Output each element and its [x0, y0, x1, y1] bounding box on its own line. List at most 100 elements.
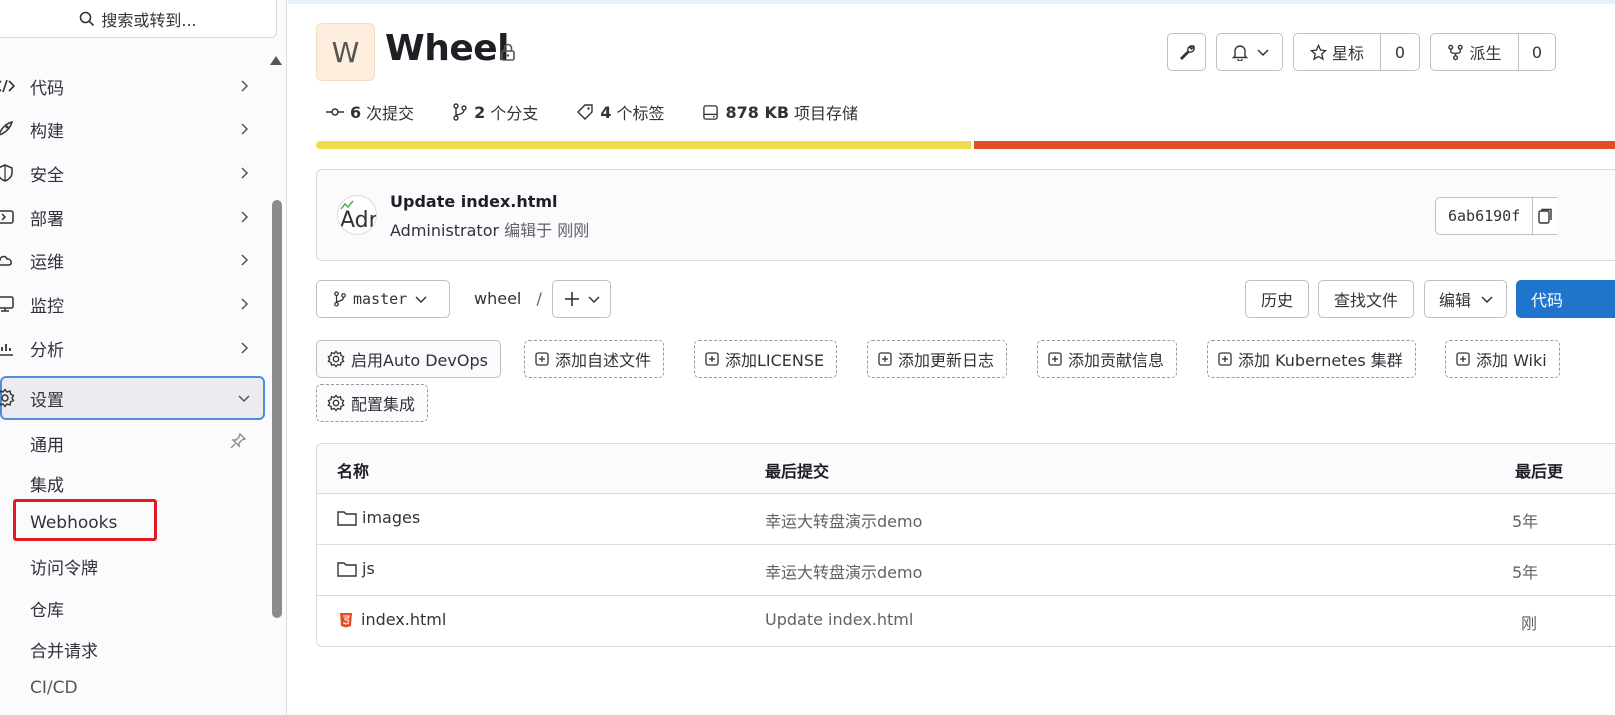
sidebar-item-analyze[interactable]: 分析 — [0, 327, 265, 369]
add-kubernetes-cluster-button[interactable]: 添加 Kubernetes 集群 — [1207, 340, 1416, 378]
path-root-link[interactable]: wheel — [474, 289, 521, 308]
storage-link[interactable]: 878 KB 项目存储 — [702, 100, 858, 124]
table-row[interactable]: index.html Update index.html 刚 — [317, 596, 1615, 647]
settings-wrench-button[interactable] — [1167, 33, 1206, 71]
sidebar-item-security[interactable]: 安全 — [0, 152, 265, 194]
code-icon — [0, 75, 16, 97]
sidebar-item-label: 代码 — [30, 78, 64, 99]
sidebar-item-deploy[interactable]: 部署 — [0, 196, 265, 238]
file-name: images — [362, 508, 421, 527]
chevron-right-icon — [237, 297, 251, 311]
add-to-tree-button[interactable] — [552, 280, 611, 318]
chevron-right-icon — [237, 166, 251, 180]
add-license-button[interactable]: 添加LICENSE — [694, 340, 838, 378]
last-commit-panel: Adr Update index.html Administrator 编辑于 … — [316, 169, 1615, 261]
col-name-header: 名称 — [337, 462, 370, 481]
action-label: 添加贡献信息 — [1068, 351, 1165, 370]
add-wiki-button[interactable]: 添加 Wiki — [1445, 340, 1560, 378]
settings-sub-access-tokens[interactable]: 访问令牌 — [30, 554, 98, 579]
add-contributing-button[interactable]: 添加贡献信息 — [1037, 340, 1178, 378]
file-name-link[interactable]: index.html — [337, 610, 446, 629]
code-label: 代码 — [1531, 291, 1564, 310]
tag-icon — [577, 104, 594, 120]
code-dropdown-button[interactable]: 代码 — [1516, 280, 1615, 318]
chevron-right-icon — [237, 253, 251, 267]
branch-icon — [453, 103, 467, 121]
commits-link[interactable]: 6 次提交 — [326, 100, 414, 124]
edit-dropdown-button[interactable]: 编辑 — [1424, 280, 1507, 318]
fork-action[interactable]: 派生 — [1431, 34, 1518, 70]
chevron-right-icon — [237, 122, 251, 136]
action-label: 添加 Kubernetes 集群 — [1238, 351, 1403, 370]
add-readme-button[interactable]: 添加自述文件 — [524, 340, 665, 378]
tags-link[interactable]: 4 个标签 — [576, 100, 664, 124]
sidebar-scrollbar[interactable] — [272, 200, 282, 618]
sidebar-item-label: 安全 — [30, 165, 64, 186]
file-name-link[interactable]: js — [337, 559, 375, 578]
find-file-button[interactable]: 查找文件 — [1318, 280, 1414, 318]
history-button[interactable]: 历史 — [1245, 280, 1309, 318]
star-icon — [1309, 43, 1327, 60]
plus-square-icon — [535, 352, 549, 366]
sidebar-item-monitor[interactable]: 监控 — [0, 283, 265, 325]
sidebar-item-label: 监控 — [30, 296, 64, 317]
star-count[interactable]: 0 — [1380, 34, 1419, 70]
monitor-icon — [0, 293, 16, 315]
settings-sub-general[interactable]: 通用 — [30, 431, 64, 456]
rocket-icon — [0, 118, 16, 140]
sidebar-item-operate[interactable]: 运维 — [0, 239, 265, 281]
search-placeholder: 搜索或转到... — [101, 10, 197, 30]
search-button[interactable]: 搜索或转到... — [0, 0, 277, 38]
plus-square-icon — [1048, 352, 1062, 366]
commit-author-link[interactable]: Administrator — [390, 221, 499, 240]
scroll-up-arrow[interactable] — [270, 56, 282, 65]
settings-sub-integrations[interactable]: 集成 — [30, 471, 64, 496]
row-commit-link[interactable]: 幸运大转盘演示demo — [765, 508, 922, 532]
sidebar-item-build[interactable]: 构建 — [0, 108, 265, 150]
fork-button[interactable]: 派生 0 — [1430, 33, 1556, 71]
add-changelog-button[interactable]: 添加更新日志 — [867, 340, 1008, 378]
fork-label: 派生 — [1469, 44, 1502, 63]
branch-name: master — [353, 290, 408, 308]
path-separator: / — [536, 289, 542, 308]
configure-integrations-button[interactable]: 配置集成 — [316, 384, 429, 422]
main-content: W Wheel 星标 0 派生 0 6 次提交 2 个分支 4 个标签 878 … — [288, 0, 1615, 715]
star-button[interactable]: 星标 0 — [1293, 33, 1420, 71]
sidebar-item-label: 设置 — [30, 390, 64, 411]
copy-sha-button[interactable] — [1532, 198, 1557, 234]
fork-count[interactable]: 0 — [1518, 34, 1555, 70]
sidebar-item-settings[interactable]: 设置 — [0, 376, 265, 420]
commit-title-link[interactable]: Update index.html — [390, 192, 558, 211]
edit-label: 编辑 — [1439, 291, 1472, 310]
settings-sub-merge-requests[interactable]: 合并请求 — [30, 637, 98, 662]
table-header: 名称 最后提交 最后更 — [317, 444, 1615, 494]
language-bar-html[interactable] — [974, 141, 1615, 149]
language-bar-javascript[interactable] — [316, 141, 971, 149]
enable-auto-devops-button[interactable]: 启用Auto DevOps — [316, 340, 501, 378]
file-name-link[interactable]: images — [337, 508, 420, 527]
branches-link[interactable]: 2 个分支 — [452, 100, 538, 124]
notification-button[interactable] — [1216, 33, 1283, 71]
commit-sha[interactable]: 6ab6190f — [1435, 197, 1558, 235]
action-label: 添加 Wiki — [1476, 351, 1547, 370]
row-date: 5年 — [1512, 563, 1539, 582]
avatar-alt-text: Adr — [340, 208, 377, 233]
branch-selector[interactable]: master — [316, 280, 450, 318]
row-commit-link[interactable]: 幸运大转盘演示demo — [765, 559, 922, 583]
settings-sub-repository[interactable]: 仓库 — [30, 596, 64, 621]
star-action[interactable]: 星标 — [1294, 34, 1380, 70]
folder-icon — [337, 561, 357, 577]
col-last-update-header: 最后更 — [1515, 462, 1564, 481]
chevron-right-icon — [237, 210, 251, 224]
table-row[interactable]: images 幸运大转盘演示demo 5年 — [317, 494, 1615, 545]
sidebar-item-code[interactable]: 代码 — [0, 65, 265, 107]
file-tree-table: 名称 最后提交 最后更 images 幸运大转盘演示demo 5年 js 幸运大… — [316, 443, 1615, 647]
table-row[interactable]: js 幸运大转盘演示demo 5年 — [317, 545, 1615, 596]
row-commit-link[interactable]: Update index.html — [765, 610, 913, 629]
commit-author-avatar[interactable]: Adr — [337, 195, 377, 235]
branch-icon — [334, 291, 346, 307]
sidebar-item-label: 构建 — [30, 121, 64, 142]
commit-icon — [326, 108, 344, 116]
pin-icon[interactable] — [229, 432, 247, 454]
settings-sub-cicd[interactable]: CI/CD — [30, 678, 78, 698]
